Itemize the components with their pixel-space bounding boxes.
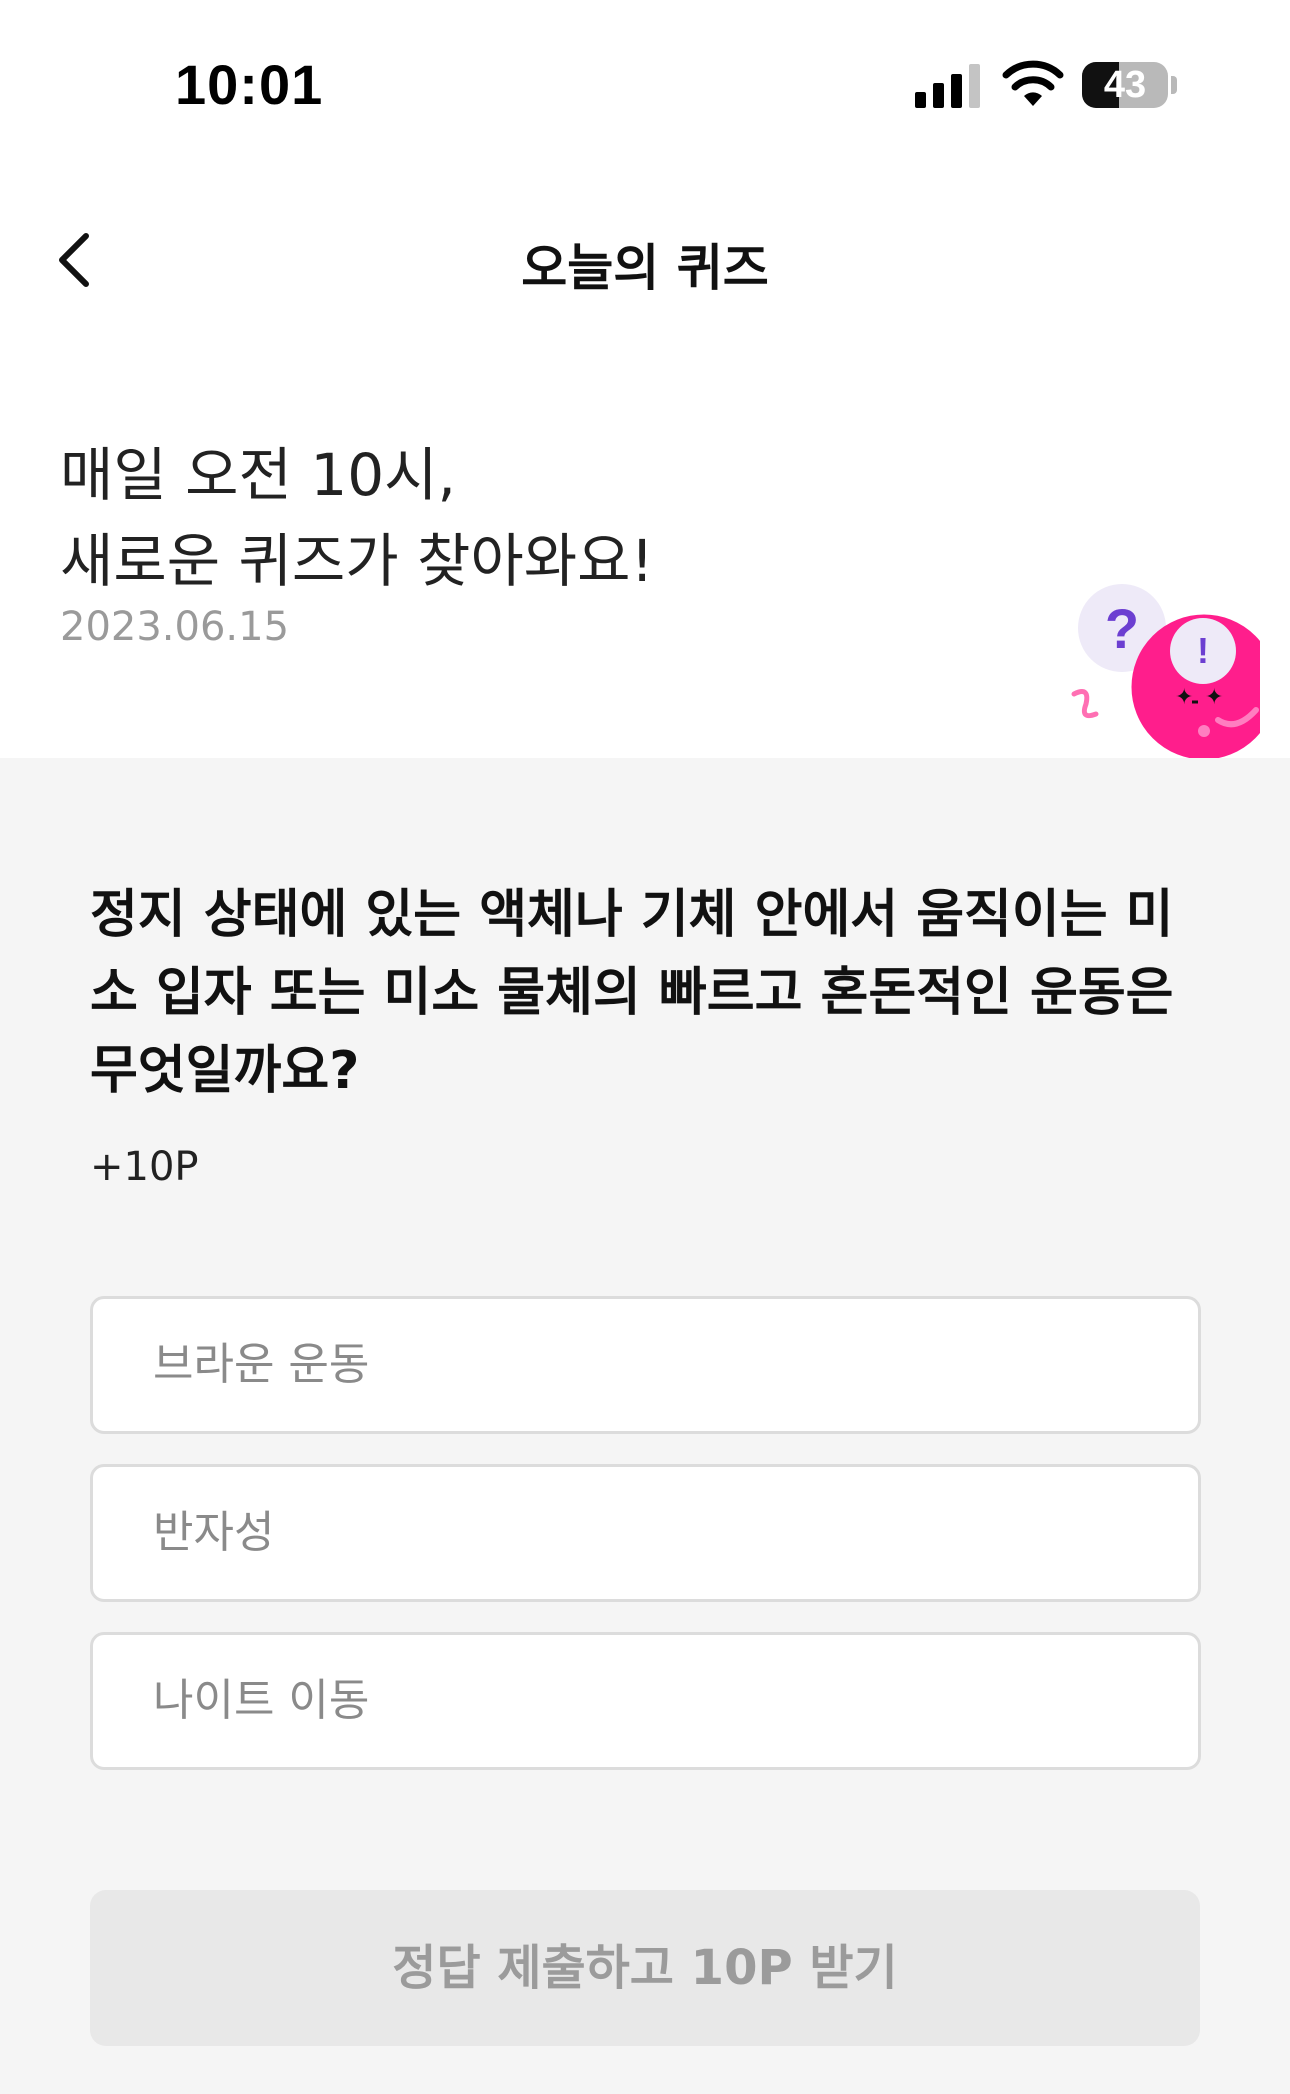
answer-option-1[interactable]: 브라운 운동 — [90, 1296, 1201, 1434]
submit-answer-button[interactable]: 정답 제출하고 10P 받기 — [90, 1890, 1200, 2046]
quiz-card: 정지 상태에 있는 액체나 기체 안에서 움직이는 미소 입자 또는 미소 물체… — [0, 758, 1290, 2094]
quiz-question: 정지 상태에 있는 액체나 기체 안에서 움직이는 미소 입자 또는 미소 물체… — [90, 885, 1174, 1101]
mascot-illustration: ? ✦ ✦ — [1071, 584, 1260, 758]
quiz-header: 매일 오전 10시, 새로운 퀴즈가 찾아와요! 2023.06.15 ? ✦ … — [0, 320, 1290, 758]
points-badge: +10P — [90, 1144, 199, 1190]
answer-option-label: 반자성 — [153, 1507, 275, 1558]
battery-icon: 43 — [1082, 62, 1178, 110]
mascot-exclaim-mark: ! — [1197, 630, 1209, 671]
mascot-exclaim-bubble: ! — [1170, 618, 1236, 684]
battery-percent: 43 — [1103, 64, 1147, 106]
hero-title: 매일 오전 10시, 새로운 퀴즈가 찾아와요! — [60, 441, 654, 595]
svg-text:✦: ✦ — [1175, 685, 1193, 710]
navigation-bar: 오늘의 퀴즈 — [0, 200, 1290, 320]
status-bar: 10:01 43 — [0, 0, 1290, 170]
cellular-signal-icon — [915, 64, 980, 108]
status-time: 10:01 — [175, 53, 324, 116]
wifi-icon — [1002, 60, 1064, 106]
svg-text:✦: ✦ — [1205, 685, 1223, 710]
quiz-date: 2023.06.15 — [60, 604, 290, 650]
page-title: 오늘의 퀴즈 — [521, 239, 769, 297]
answer-option-label: 브라운 운동 — [153, 1339, 370, 1390]
answer-option-label: 나이트 이동 — [153, 1675, 370, 1726]
answer-option-2[interactable]: 반자성 — [90, 1464, 1201, 1602]
answer-option-3[interactable]: 나이트 이동 — [90, 1632, 1201, 1770]
mascot-question-mark: ? — [1105, 597, 1139, 660]
